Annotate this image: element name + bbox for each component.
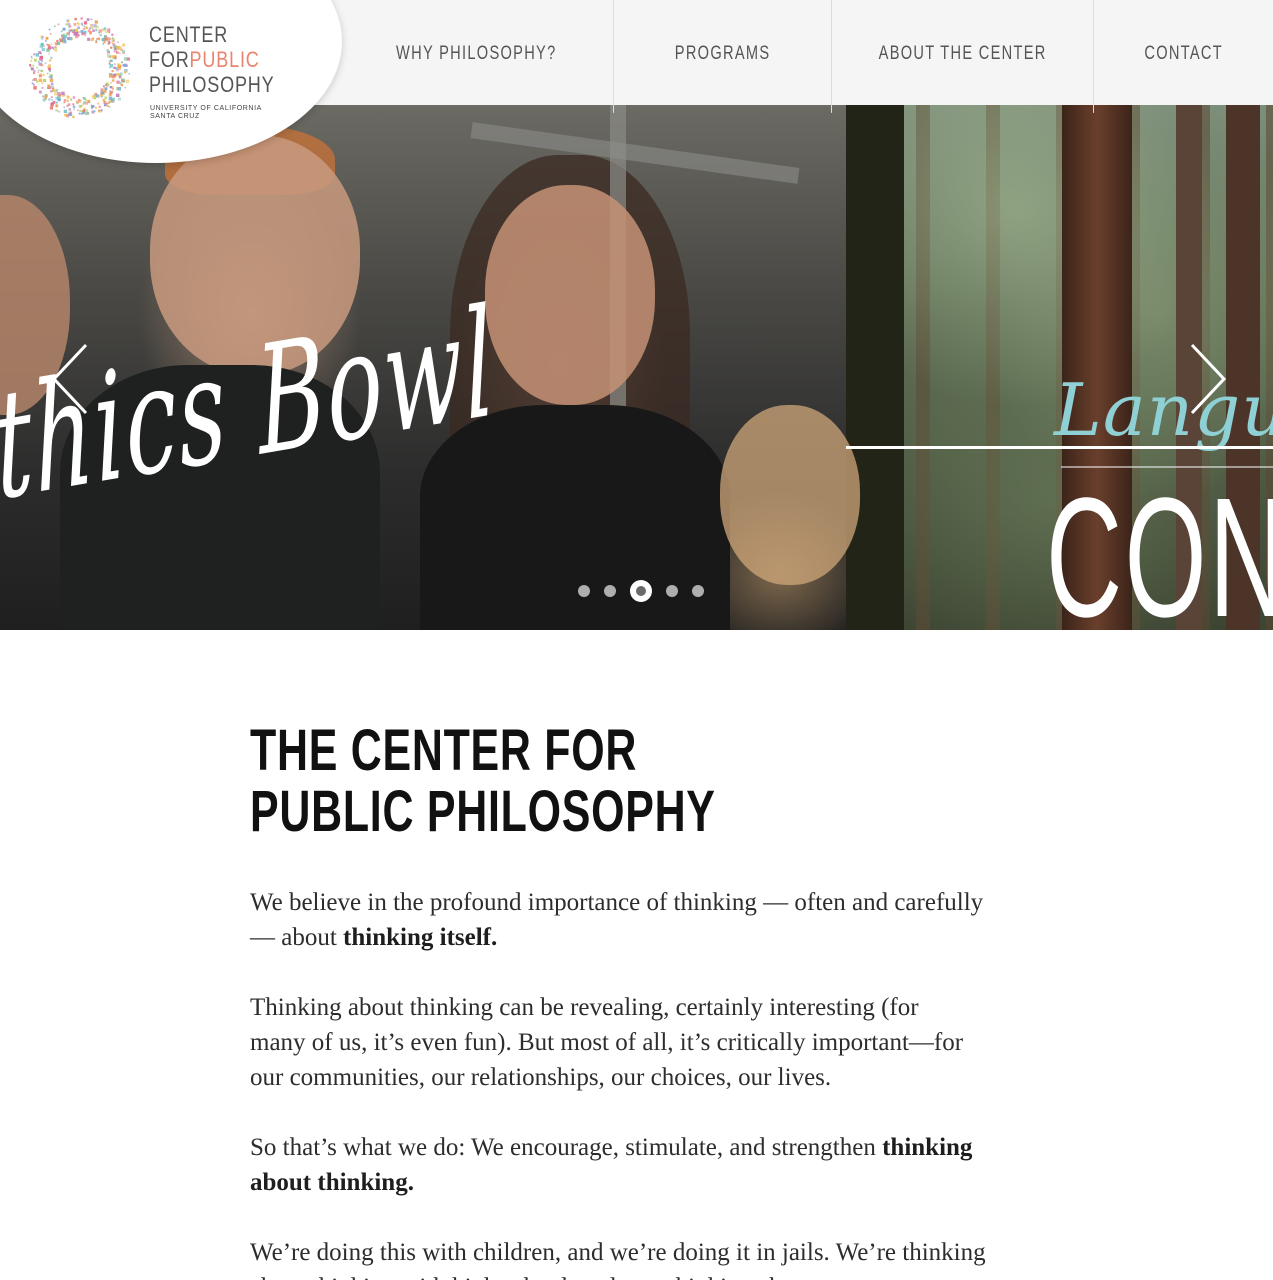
slider-dot-3-active[interactable] [630, 580, 652, 602]
nav-contact[interactable]: CONTACT [1094, 0, 1273, 113]
p3-text: So that’s what we do: We encourage, stim… [250, 1134, 883, 1161]
logo-sub-line1: UNIVERSITY OF CALIFORNIA [150, 105, 262, 112]
logo-confetti-ring-icon[interactable] [26, 14, 132, 120]
slider-dot-5[interactable] [692, 585, 704, 597]
nav-why-philosophy[interactable]: WHY PHILOSOPHY? [340, 0, 614, 113]
logo-sub-line2: SANTA CRUZ [150, 113, 200, 120]
intro-paragraph-3: So that’s what we do: We encourage, stim… [250, 1130, 1010, 1200]
nav-programs[interactable]: PROGRAMS [614, 0, 832, 113]
slide-ethics-bowl-photo[interactable]: thics Bowl [0, 105, 860, 630]
intro-paragraph-1: We believe in the profound importance of… [250, 885, 1010, 955]
page-title-line2: PUBLIC PHILOSOPHY [250, 779, 716, 844]
slide-script-title: Langua [1054, 368, 1273, 452]
logo-word-for: FOR [149, 47, 190, 72]
logo-line-philosophy: PHILOSOPHY [149, 72, 275, 97]
intro-paragraph-4: We’re doing this with children, and we’r… [250, 1239, 986, 1280]
logo-university-label: UNIVERSITY OF CALIFORNIA SANTA CRUZ [150, 105, 262, 121]
slider-dot-4[interactable] [666, 585, 678, 597]
logo-line-for-public: FORPUBLIC [149, 47, 274, 72]
main-nav: WHY PHILOSOPHY? PROGRAMS ABOUT THE CENTE… [340, 0, 1273, 113]
logo-word-public: PUBLIC [189, 47, 260, 72]
nav-label: CONTACT [1144, 41, 1223, 63]
hero-slider: thics Bowl Langua CON [0, 105, 1273, 630]
slide-divider-line [846, 446, 1273, 449]
slider-pagination [578, 580, 718, 602]
logo-line-center: CENTER [149, 22, 229, 47]
slider-dot-1[interactable] [578, 585, 590, 597]
page-title-line1: THE CENTER FOR [250, 718, 638, 783]
page-title: THE CENTER FOR PUBLIC PHILOSOPHY [250, 720, 990, 842]
intro-paragraph-2: Thinking about thinking can be revealing… [250, 994, 964, 1091]
chevron-right-icon[interactable] [1186, 341, 1230, 417]
slider-dot-2[interactable] [604, 585, 616, 597]
intro-section: THE CENTER FOR PUBLIC PHILOSOPHY We beli… [250, 720, 1030, 1280]
logo-wordmark[interactable]: CENTER FORPUBLIC PHILOSOPHY [149, 22, 302, 97]
p1-emphasis: thinking itself. [343, 924, 498, 951]
chevron-left-icon[interactable] [48, 341, 92, 417]
nav-label: PROGRAMS [674, 41, 771, 63]
nav-label: WHY PHILOSOPHY? [396, 41, 557, 63]
slide-caps-title: CON [1046, 463, 1273, 630]
nav-about-the-center[interactable]: ABOUT THE CENTER [832, 0, 1094, 113]
nav-label: ABOUT THE CENTER [878, 41, 1047, 63]
